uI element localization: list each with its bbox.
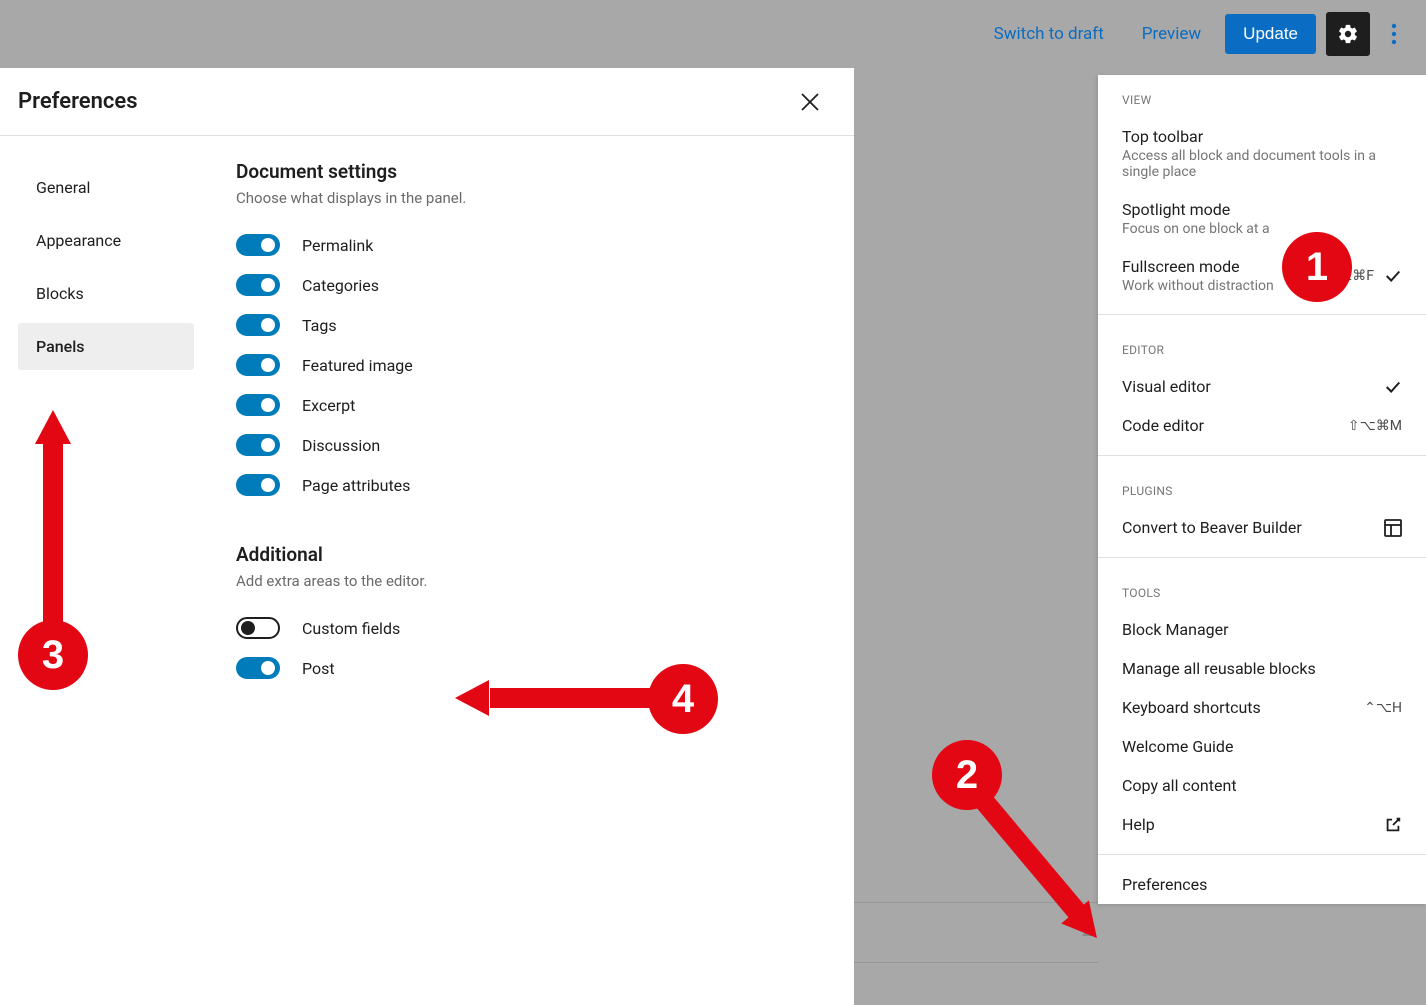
toggle-row-featured: Featured image [236, 345, 814, 385]
annotation-badge-2: 2 [932, 740, 1002, 810]
menu-item-desc: Focus on one block at a [1122, 221, 1270, 237]
preferences-nav: General Appearance Blocks Panels [0, 136, 212, 1005]
switch-to-draft-link[interactable]: Switch to draft [980, 16, 1118, 52]
toggle-label: Featured image [302, 356, 413, 375]
annotation-badge-1: 1 [1282, 232, 1352, 302]
menu-item-label: Copy all content [1122, 776, 1237, 795]
section-title: Document settings [236, 160, 814, 183]
menu-item-label: Help [1122, 815, 1155, 834]
menu-item-block-manager[interactable]: Block Manager [1098, 610, 1426, 649]
menu-item-shortcut: ⇧⌥⌘M [1348, 418, 1402, 434]
menu-item-label: Convert to Beaver Builder [1122, 518, 1302, 537]
menu-divider [1098, 557, 1426, 558]
section-title-additional: Additional [236, 543, 814, 566]
close-icon [799, 91, 821, 113]
menu-divider [1098, 314, 1426, 315]
menu-item-label: Code editor [1122, 416, 1204, 435]
layout-icon [1384, 519, 1402, 537]
check-icon [1384, 378, 1402, 396]
toggle-row-post: Post [236, 648, 814, 688]
menu-item-reusable[interactable]: Manage all reusable blocks [1098, 649, 1426, 688]
menu-item-code-editor[interactable]: Code editor ⇧⌥⌘M [1098, 406, 1426, 445]
menu-divider [1098, 854, 1426, 855]
nav-item-appearance[interactable]: Appearance [18, 217, 194, 264]
menu-item-desc: Access all block and document tools in a… [1122, 148, 1402, 180]
menu-item-copy-all[interactable]: Copy all content [1098, 766, 1426, 805]
menu-divider [1098, 455, 1426, 456]
menu-item-label: Top toolbar [1122, 127, 1402, 146]
toggle-excerpt[interactable] [236, 394, 280, 416]
toggle-row-page-attrs: Page attributes [236, 465, 814, 505]
menu-item-label: Spotlight mode [1122, 200, 1270, 219]
menu-item-welcome[interactable]: Welcome Guide [1098, 727, 1426, 766]
menu-item-visual-editor[interactable]: Visual editor [1098, 367, 1426, 406]
preferences-modal: Preferences General Appearance Blocks Pa… [0, 68, 854, 1005]
menu-section-editor: EDITOR [1098, 325, 1426, 367]
toggle-page-attributes[interactable] [236, 474, 280, 496]
toggle-row-tags: Tags [236, 305, 814, 345]
toggle-label: Tags [302, 316, 337, 335]
modal-title: Preferences [18, 89, 138, 114]
menu-section-plugins: PLUGINS [1098, 466, 1426, 508]
kebab-icon [1391, 23, 1397, 45]
toggle-discussion[interactable] [236, 434, 280, 456]
section-desc: Choose what displays in the panel. [236, 189, 814, 207]
toggle-row-custom-fields: Custom fields [236, 608, 814, 648]
menu-item-keyboard[interactable]: Keyboard shortcuts ⌃⌥H [1098, 688, 1426, 727]
update-button[interactable]: Update [1225, 14, 1316, 54]
menu-item-label: Fullscreen mode [1122, 257, 1274, 276]
toggle-row-categories: Categories [236, 265, 814, 305]
toggle-label: Post [302, 659, 335, 678]
menu-item-spotlight[interactable]: Spotlight mode Focus on one block at a [1098, 190, 1426, 247]
menu-item-label: Preferences [1122, 875, 1207, 894]
toggle-tags[interactable] [236, 314, 280, 336]
toggle-row-discussion: Discussion [236, 425, 814, 465]
toggle-label: Custom fields [302, 619, 400, 638]
nav-item-blocks[interactable]: Blocks [18, 270, 194, 317]
toggle-post[interactable] [236, 657, 280, 679]
toggle-featured-image[interactable] [236, 354, 280, 376]
menu-section-view: VIEW [1098, 75, 1426, 117]
menu-item-label: Manage all reusable blocks [1122, 659, 1316, 678]
menu-section-tools: TOOLS [1098, 568, 1426, 610]
toggle-label: Categories [302, 276, 379, 295]
menu-item-fullscreen[interactable]: Fullscreen mode Work without distraction… [1098, 247, 1426, 304]
toggle-custom-fields[interactable] [236, 617, 280, 639]
more-options-button[interactable] [1380, 12, 1408, 56]
menu-item-label: Visual editor [1122, 377, 1211, 396]
toggle-permalink[interactable] [236, 234, 280, 256]
settings-button[interactable] [1326, 12, 1370, 56]
menu-item-beaver[interactable]: Convert to Beaver Builder [1098, 508, 1426, 547]
preferences-content: Document settings Choose what displays i… [212, 136, 854, 1005]
section-desc-additional: Add extra areas to the editor. [236, 572, 814, 590]
toggle-label: Excerpt [302, 396, 355, 415]
editor-topbar: Switch to draft Preview Update [0, 0, 1426, 68]
nav-item-general[interactable]: General [18, 164, 194, 211]
annotation-badge-4: 4 [648, 664, 718, 734]
menu-item-label: Welcome Guide [1122, 737, 1233, 756]
toggle-label: Permalink [302, 236, 373, 255]
annotation-badge-3: 3 [18, 620, 88, 690]
toggle-label: Page attributes [302, 476, 410, 495]
menu-item-help[interactable]: Help [1098, 805, 1426, 844]
more-options-menu: VIEW Top toolbar Access all block and do… [1098, 75, 1426, 904]
modal-header: Preferences [0, 68, 854, 136]
menu-item-label: Block Manager [1122, 620, 1229, 639]
preview-link[interactable]: Preview [1128, 16, 1215, 52]
menu-item-desc: Work without distraction [1122, 278, 1274, 294]
external-link-icon [1384, 816, 1402, 834]
menu-item-top-toolbar[interactable]: Top toolbar Access all block and documen… [1098, 117, 1426, 190]
toggle-row-permalink: Permalink [236, 225, 814, 265]
gear-icon [1337, 23, 1359, 45]
nav-item-panels[interactable]: Panels [18, 323, 194, 370]
menu-item-label: Keyboard shortcuts [1122, 698, 1261, 717]
check-icon [1384, 267, 1402, 285]
menu-item-shortcut: ⌃⌥H [1364, 700, 1402, 716]
close-button[interactable] [790, 82, 830, 122]
toggle-categories[interactable] [236, 274, 280, 296]
toggle-label: Discussion [302, 436, 380, 455]
toggle-row-excerpt: Excerpt [236, 385, 814, 425]
menu-item-preferences[interactable]: Preferences [1098, 865, 1426, 904]
